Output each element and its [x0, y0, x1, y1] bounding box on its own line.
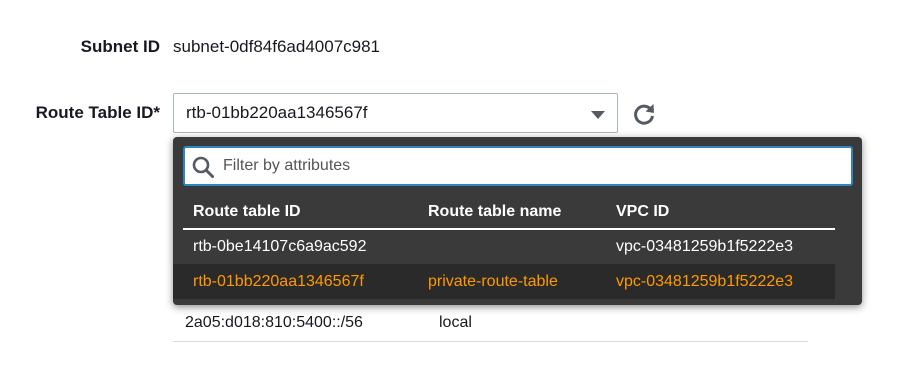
subnet-id-value: subnet-0df84f6ad4007c981 — [173, 37, 381, 56]
column-header-vpc-id: VPC ID — [616, 203, 670, 220]
refresh-icon[interactable] — [631, 101, 657, 127]
search-icon — [192, 156, 214, 178]
option-route-table-name: private-route-table — [428, 273, 558, 290]
dropdown-table-header: Route table ID Route table name VPC ID — [173, 194, 862, 229]
route-target: local — [439, 314, 472, 331]
dropdown-option-row-selected[interactable]: rtb-01bb220aa1346567f private-route-tabl… — [173, 264, 835, 299]
column-header-route-table-id: Route table ID — [193, 203, 301, 220]
filter-box — [183, 146, 853, 186]
option-route-table-id: rtb-0be14107c6a9ac592 — [193, 238, 367, 255]
dropdown-option-row[interactable]: rtb-0be14107c6a9ac592 vpc-03481259b1f522… — [173, 229, 835, 264]
option-vpc-id: vpc-03481259b1f5222e3 — [616, 238, 794, 255]
filter-input[interactable] — [223, 155, 823, 177]
caret-down-icon[interactable] — [591, 111, 605, 119]
table-row: 2a05:d018:810:5400::/56 local — [173, 304, 808, 342]
subnet-id-label: Subnet ID — [80, 37, 160, 56]
route-table-select[interactable]: rtb-01bb220aa1346567f — [173, 93, 618, 133]
column-header-route-table-name: Route table name — [428, 203, 562, 220]
route-table-select-value: rtb-01bb220aa1346567f — [186, 103, 368, 122]
option-vpc-id: vpc-03481259b1f5222e3 — [616, 273, 794, 290]
route-destination: 2a05:d018:810:5400::/56 — [185, 314, 363, 331]
route-table-id-label: Route Table ID* — [35, 103, 160, 122]
route-table-dropdown: Route table ID Route table name VPC ID r… — [173, 137, 862, 305]
option-route-table-id: rtb-01bb220aa1346567f — [193, 273, 364, 290]
